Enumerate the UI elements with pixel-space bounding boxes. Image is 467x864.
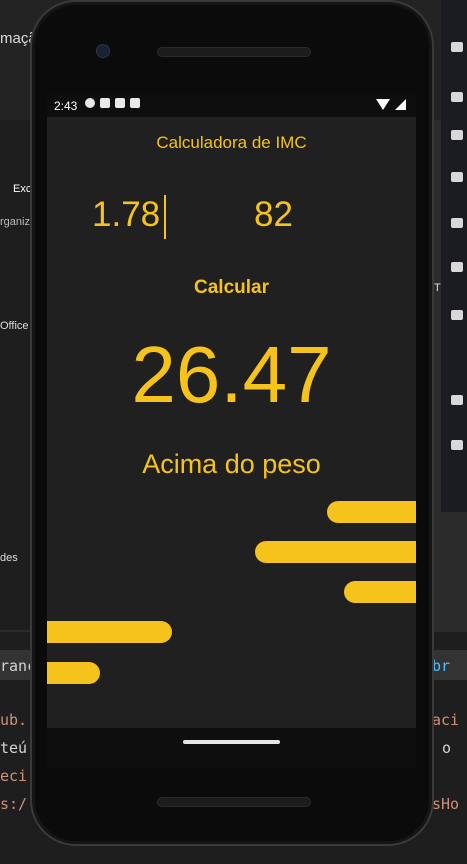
sd-card-icon: [130, 98, 140, 108]
right-t-label: T: [434, 282, 441, 294]
code-line: br: [432, 657, 451, 675]
toolbar-icon[interactable]: [451, 262, 463, 272]
weight-input[interactable]: 82: [254, 195, 293, 235]
toolbar-icon[interactable]: [451, 440, 463, 450]
toolbar-icon[interactable]: [451, 42, 463, 52]
phone-screen: 2:43 Calculadora de IMC 1.78 82 Calcular…: [47, 95, 416, 728]
settings-icon: [85, 98, 95, 108]
decorative-bar: [327, 501, 416, 523]
code-line: s:/: [0, 795, 28, 813]
decorative-bar: [255, 541, 416, 563]
toolbar-icon[interactable]: [451, 395, 463, 405]
code-line: eci: [0, 767, 28, 785]
a-icon: [100, 98, 110, 108]
toolbar-icon[interactable]: [451, 310, 463, 320]
bmi-classification: Acima do peso: [142, 449, 321, 479]
front-camera: [96, 44, 110, 58]
organize-label: rganiz: [0, 216, 30, 228]
top-speaker: [157, 47, 311, 57]
android-navigation-bar: [47, 728, 416, 768]
decorative-bar: [47, 662, 100, 684]
code-line: o: [442, 739, 452, 757]
decorative-bar: [344, 581, 416, 603]
excluir-label: Exc: [13, 183, 32, 195]
home-gesture-pill[interactable]: [183, 740, 280, 744]
app-title: Calculadora de IMC: [156, 133, 307, 152]
android-status-bar: 2:43: [47, 95, 416, 117]
toolbar-icon[interactable]: [451, 130, 463, 140]
text-cursor: [164, 195, 166, 239]
code-line: teú: [0, 739, 28, 757]
toolbar-icon[interactable]: [451, 92, 463, 102]
toolbar-icon[interactable]: [451, 218, 463, 228]
status-time: 2:43: [54, 99, 78, 113]
bmi-result: 26.47: [131, 330, 332, 419]
code-line: ub.: [0, 711, 28, 729]
notification-icons: [85, 98, 140, 108]
calculate-button[interactable]: Calcular: [47, 277, 416, 299]
shield-icon: [115, 98, 125, 108]
desktop-right-toolbar: [441, 0, 467, 512]
height-input[interactable]: 1.78: [92, 195, 160, 235]
wifi-icon: [376, 99, 390, 110]
code-line: aci: [432, 711, 460, 729]
signal-icon: [395, 99, 406, 110]
code-line: sHo: [432, 795, 460, 813]
toolbar-icon[interactable]: [451, 172, 463, 182]
office-label: Office: [0, 320, 29, 332]
des-label: des: [0, 552, 18, 564]
decorative-bar: [47, 621, 172, 643]
bottom-speaker: [157, 797, 311, 807]
